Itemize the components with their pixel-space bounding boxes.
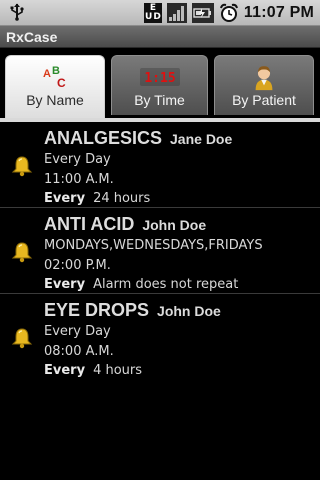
tab-by-patient-label: By Patient (232, 92, 296, 108)
medication-name: ANALGESICS (44, 128, 163, 148)
repeat-info: Every 4 hours (44, 363, 142, 378)
battery-icon (191, 2, 214, 23)
tab-by-time-label: By Time (134, 92, 185, 108)
schedule-text: Every Day (44, 152, 111, 167)
list-item[interactable]: ANTI ACID John Doe MONDAYS,WEDNESDAYS,FRI… (0, 208, 320, 294)
every-label: Every (44, 277, 86, 292)
status-time: 11:07 PM (243, 3, 314, 21)
tab-by-patient[interactable]: By Patient (214, 55, 314, 115)
tab-by-name[interactable]: A B C By Name (5, 55, 105, 121)
eud-icon: E UD (143, 2, 162, 23)
repeat-info: Every 24 hours (44, 191, 150, 206)
schedule-text: Every Day (44, 324, 111, 339)
svg-text:1:15: 1:15 (144, 71, 175, 86)
every-value: Alarm does not repeat (93, 277, 239, 292)
patient-name: John Doe (157, 303, 221, 319)
usb-icon (10, 3, 24, 21)
bell-icon (11, 242, 33, 263)
every-value: 4 hours (93, 363, 143, 378)
app-title: RxCase (0, 26, 320, 48)
dose-time: 08:00 A.M. (44, 344, 114, 359)
bell-icon (11, 156, 33, 177)
every-label: Every (44, 363, 86, 378)
schedule-text: MONDAYS,WEDNESDAYS,FRIDAYS (44, 238, 263, 253)
dose-time: 02:00 P.M. (44, 258, 111, 273)
medication-name: EYE DROPS (44, 300, 150, 320)
dose-time: 11:00 A.M. (44, 172, 114, 187)
clock-icon: 1:15 (139, 68, 180, 86)
svg-text:A: A (43, 68, 51, 80)
alarm-clock-icon (219, 3, 238, 22)
svg-text:C: C (57, 76, 66, 90)
medication-name: ANTI ACID (44, 214, 135, 234)
tab-by-time[interactable]: 1:15 By Time (111, 55, 208, 115)
tab-bar: A B C By Name 1:15 By Time By Patient (0, 48, 320, 121)
eud-u: U (145, 11, 153, 22)
signal-icon (166, 2, 187, 23)
list-item[interactable]: EYE DROPS John Doe Every Day 08:00 A.M. E… (0, 294, 320, 380)
bell-icon (11, 328, 33, 349)
repeat-info: Every Alarm does not repeat (44, 277, 238, 292)
every-label: Every (44, 191, 86, 206)
abc-icon: A B C (43, 65, 66, 90)
patient-icon (255, 66, 273, 91)
eud-d: D (153, 11, 161, 22)
list-item[interactable]: ANALGESICS Jane Doe Every Day 11:00 A.M. … (0, 122, 320, 208)
patient-name: Jane Doe (170, 131, 233, 147)
every-value: 24 hours (93, 191, 151, 206)
status-bar: E UD 11:07 PM (0, 0, 320, 26)
patient-name: John Doe (142, 217, 207, 233)
tab-by-name-label: By Name (26, 92, 84, 108)
medication-list: ANALGESICS Jane Doe Every Day 11:00 A.M. … (0, 122, 320, 380)
